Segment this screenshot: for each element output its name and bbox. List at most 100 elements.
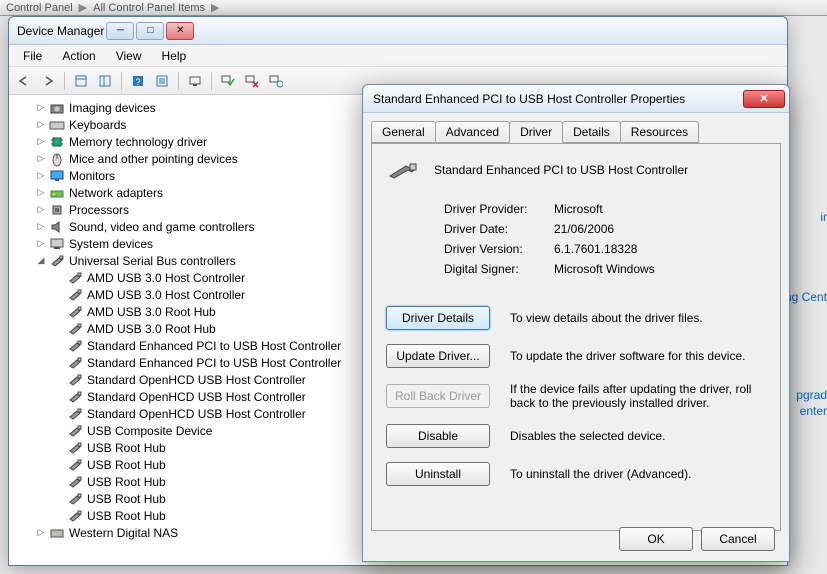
tree-label: USB Composite Device: [87, 424, 212, 438]
expand-icon[interactable]: ▷: [35, 187, 47, 198]
dialog-titlebar[interactable]: Standard Enhanced PCI to USB Host Contro…: [363, 85, 789, 113]
breadcrumb-item[interactable]: All Control Panel Items: [93, 2, 205, 14]
roll-back-driver-button: Roll Back Driver: [386, 384, 490, 408]
tree-label: Mice and other pointing devices: [69, 152, 238, 166]
signer-label: Digital Signer:: [444, 262, 554, 276]
driver-details-desc: To view details about the driver files.: [510, 311, 766, 325]
tree-label: Standard Enhanced PCI to USB Host Contro…: [87, 356, 341, 370]
tab-general[interactable]: General: [371, 121, 436, 143]
forward-button[interactable]: [37, 70, 59, 92]
titlebar[interactable]: Device Manager ─ □ ✕: [9, 17, 787, 45]
tree-label: Standard OpenHCD USB Host Controller: [87, 390, 306, 404]
expand-icon[interactable]: ▷: [35, 102, 47, 113]
uninstall-desc: To uninstall the driver (Advanced).: [510, 467, 766, 481]
expand-icon[interactable]: ▷: [35, 527, 47, 538]
usb-icon: [67, 304, 83, 320]
computer-x-icon: [245, 74, 259, 88]
tab-resources[interactable]: Resources: [620, 121, 699, 143]
tree-label: USB Root Hub: [87, 509, 166, 523]
menubar: File Action View Help: [9, 45, 787, 67]
tab-driver[interactable]: Driver: [509, 121, 563, 143]
date-label: Driver Date:: [444, 222, 554, 236]
tab-details[interactable]: Details: [562, 121, 621, 143]
tree-label: Network adapters: [69, 186, 163, 200]
tree-label: Universal Serial Bus controllers: [69, 254, 236, 268]
menu-file[interactable]: File: [13, 47, 52, 65]
unknown-button[interactable]: [94, 70, 116, 92]
expand-icon[interactable]: ▷: [35, 238, 47, 249]
expand-icon[interactable]: ▷: [35, 153, 47, 164]
properties-button[interactable]: [151, 70, 173, 92]
drive-icon: [49, 525, 65, 541]
uninstall-button[interactable]: Uninstall: [386, 462, 490, 486]
tree-label: Memory technology driver: [69, 135, 207, 149]
tree-label: AMD USB 3.0 Host Controller: [87, 288, 245, 302]
tree-label: Standard OpenHCD USB Host Controller: [87, 373, 306, 387]
cancel-button[interactable]: Cancel: [701, 527, 775, 551]
chevron-right-icon: ▶: [211, 1, 219, 14]
menu-action[interactable]: Action: [52, 47, 105, 65]
minimize-button[interactable]: ─: [106, 22, 134, 40]
bg-link-1: ir: [820, 210, 827, 224]
update-driver-button[interactable]: [184, 70, 206, 92]
tree-label: USB Root Hub: [87, 492, 166, 506]
uninstall-button[interactable]: [241, 70, 263, 92]
usb-icon: [67, 287, 83, 303]
mouse-icon: [49, 151, 65, 167]
bg-link-4: enter: [800, 404, 827, 418]
monitor-icon: [49, 168, 65, 184]
tree-label: System devices: [69, 237, 153, 251]
date-value: 21/06/2006: [554, 222, 614, 236]
breadcrumb: Control Panel ▶ All Control Panel Items …: [0, 0, 827, 16]
tree-label: AMD USB 3.0 Root Hub: [87, 322, 216, 336]
help-button[interactable]: ?: [127, 70, 149, 92]
expand-icon[interactable]: ▷: [35, 136, 47, 147]
list-icon: [155, 74, 169, 88]
provider-label: Driver Provider:: [444, 202, 554, 216]
tree-label: Western Digital NAS: [69, 526, 178, 540]
disable-desc: Disables the selected device.: [510, 429, 766, 443]
ok-button[interactable]: OK: [619, 527, 693, 551]
device-name-label: Standard Enhanced PCI to USB Host Contro…: [434, 163, 688, 177]
usb-icon: [67, 372, 83, 388]
computer-icon: [188, 74, 202, 88]
dialog-title: Standard Enhanced PCI to USB Host Contro…: [373, 92, 743, 106]
expand-icon[interactable]: ▷: [35, 170, 47, 181]
expand-icon[interactable]: ▷: [35, 221, 47, 232]
tab-advanced[interactable]: Advanced: [435, 121, 510, 143]
keyboard-icon: [49, 117, 65, 133]
dialog-close-button[interactable]: ✕: [743, 90, 785, 108]
disable-button[interactable]: Disable: [386, 424, 490, 448]
driver-details-button[interactable]: Driver Details: [386, 306, 490, 330]
panel-icon: [98, 74, 112, 88]
menu-view[interactable]: View: [106, 47, 152, 65]
version-label: Driver Version:: [444, 242, 554, 256]
arrow-left-icon: [17, 75, 31, 87]
breadcrumb-item[interactable]: Control Panel: [6, 2, 73, 14]
show-hide-button[interactable]: [70, 70, 92, 92]
tree-label: Standard OpenHCD USB Host Controller: [87, 407, 306, 421]
expand-icon[interactable]: ▷: [35, 119, 47, 130]
usb-icon: [67, 423, 83, 439]
sound-icon: [49, 219, 65, 235]
tree-label: USB Root Hub: [87, 458, 166, 472]
roll-back-desc: If the device fails after updating the d…: [510, 382, 766, 410]
cpu-icon: [49, 202, 65, 218]
usb-icon: [67, 508, 83, 524]
system-icon: [49, 236, 65, 252]
usb-icon: [67, 406, 83, 422]
menu-help[interactable]: Help: [152, 47, 197, 65]
maximize-button[interactable]: □: [136, 22, 164, 40]
scan-button[interactable]: [265, 70, 287, 92]
close-button[interactable]: ✕: [166, 22, 194, 40]
bg-link-2: ng Cent: [785, 290, 827, 304]
usb-icon: [67, 440, 83, 456]
tree-label: AMD USB 3.0 Root Hub: [87, 305, 216, 319]
enable-button[interactable]: [217, 70, 239, 92]
tree-label: AMD USB 3.0 Host Controller: [87, 271, 245, 285]
collapse-icon[interactable]: ◢: [35, 255, 47, 266]
back-button[interactable]: [13, 70, 35, 92]
expand-icon[interactable]: ▷: [35, 204, 47, 215]
computer-refresh-icon: [269, 74, 283, 88]
update-driver-button[interactable]: Update Driver...: [386, 344, 490, 368]
